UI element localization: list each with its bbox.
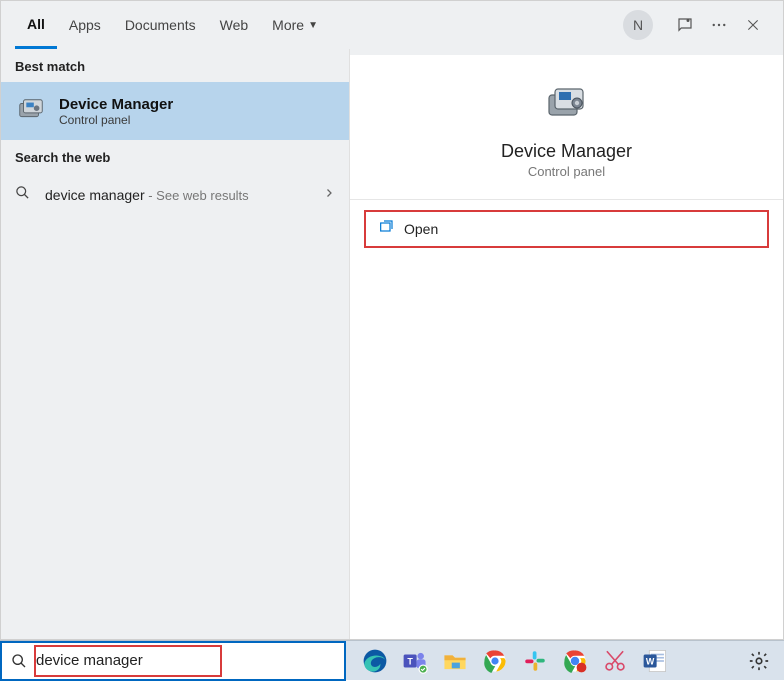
tab-apps[interactable]: Apps (57, 1, 113, 49)
detail-subtitle: Control panel (528, 164, 605, 179)
slack-icon[interactable] (516, 643, 554, 679)
web-result-query: device manager (45, 187, 145, 203)
device-manager-large-icon (543, 81, 591, 129)
taskbar: T W (0, 640, 784, 680)
tab-more-label: More (272, 17, 304, 33)
best-match-result[interactable]: Device Manager Control panel (1, 82, 349, 140)
tab-documents[interactable]: Documents (113, 1, 208, 49)
open-icon (378, 219, 394, 240)
svg-text:W: W (646, 656, 655, 666)
results-column: Best match Device Manager Control panel … (1, 49, 349, 639)
edge-icon[interactable] (356, 643, 394, 679)
search-panel: All Apps Documents Web More ▼ N Best mat… (0, 0, 784, 640)
best-match-heading: Best match (1, 49, 349, 82)
search-icon (2, 653, 36, 669)
teams-icon[interactable]: T (396, 643, 434, 679)
tab-more[interactable]: More ▼ (260, 1, 330, 49)
detail-column: Device Manager Control panel Open (349, 49, 783, 639)
settings-gear-icon[interactable] (740, 643, 778, 679)
web-result-text: device manager - See web results (45, 187, 323, 203)
open-label: Open (404, 221, 438, 237)
web-result-hint: - See web results (145, 188, 249, 203)
snip-icon[interactable] (596, 643, 634, 679)
feedback-icon[interactable] (669, 9, 701, 41)
detail-title: Device Manager (501, 141, 632, 162)
device-manager-icon (15, 95, 47, 127)
chevron-right-icon (323, 186, 335, 204)
more-options-icon[interactable] (703, 9, 735, 41)
tab-web[interactable]: Web (208, 1, 261, 49)
detail-card: Device Manager Control panel Open (350, 55, 783, 639)
best-match-subtitle: Control panel (59, 113, 173, 127)
chrome-icon[interactable] (476, 643, 514, 679)
chrome-beta-icon[interactable] (556, 643, 594, 679)
chevron-down-icon: ▼ (308, 20, 318, 31)
word-icon[interactable]: W (636, 643, 674, 679)
best-match-title: Device Manager (59, 96, 173, 113)
web-result-row[interactable]: device manager - See web results (1, 173, 349, 217)
user-avatar[interactable]: N (623, 10, 653, 40)
search-icon (15, 185, 35, 205)
open-action[interactable]: Open (364, 210, 769, 248)
taskbar-apps: T W (346, 643, 674, 679)
search-web-heading: Search the web (1, 140, 349, 173)
filter-tabs: All Apps Documents Web More ▼ N (1, 1, 783, 49)
search-input[interactable] (36, 643, 344, 679)
taskbar-search[interactable] (0, 641, 346, 681)
close-icon[interactable] (737, 9, 769, 41)
tab-all[interactable]: All (15, 1, 57, 49)
svg-text:T: T (407, 656, 413, 666)
file-explorer-icon[interactable] (436, 643, 474, 679)
